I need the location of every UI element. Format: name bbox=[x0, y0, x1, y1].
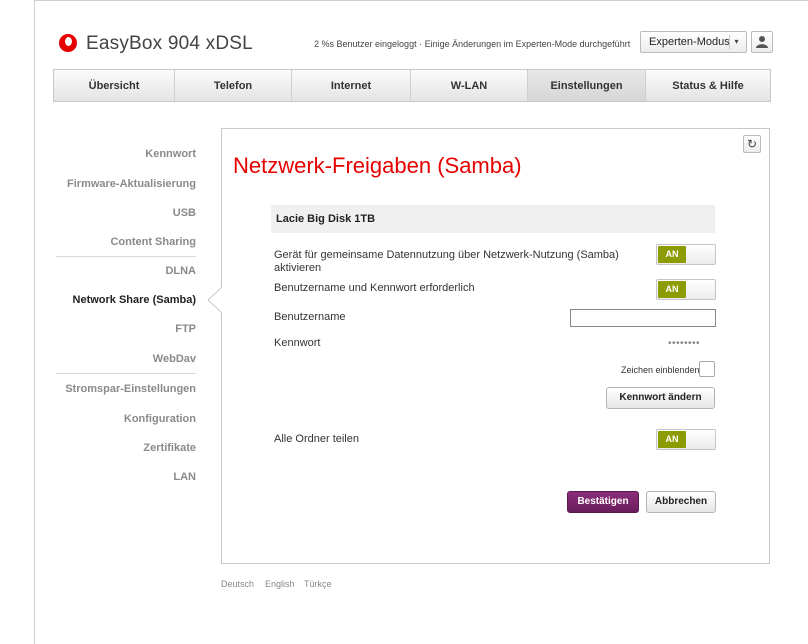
confirm-button[interactable]: Bestätigen bbox=[567, 491, 639, 513]
chevron-down-icon: ▾ bbox=[729, 35, 743, 49]
password-label: Kennwort bbox=[274, 337, 321, 349]
sidebar-item-dlna[interactable]: DLNA bbox=[165, 265, 196, 277]
section-header: Lacie Big Disk 1TB bbox=[271, 205, 715, 233]
enable-samba-label: Gerät für gemeinsame Datennutzung über N… bbox=[274, 249, 619, 274]
user-button[interactable] bbox=[751, 31, 773, 53]
tab-einstellungen[interactable]: Einstellungen bbox=[528, 70, 646, 101]
sidebar-item-konfiguration[interactable]: Konfiguration bbox=[124, 413, 196, 425]
lang-link-english[interactable]: English bbox=[265, 579, 295, 589]
tab-wlan[interactable]: W-LAN bbox=[411, 70, 528, 101]
panel-pointer bbox=[208, 287, 222, 313]
login-status-text: 2 %s Benutzer eingeloggt · Einige Änderu… bbox=[314, 39, 631, 49]
username-label: Benutzername bbox=[274, 311, 346, 323]
sidebar-item-webdav[interactable]: WebDav bbox=[153, 353, 196, 365]
tab-telefon[interactable]: Telefon bbox=[175, 70, 292, 101]
cancel-button[interactable]: Abbrechen bbox=[646, 491, 716, 513]
mode-select[interactable]: Experten-Modus ▾ bbox=[640, 31, 747, 53]
share-all-toggle[interactable]: AN bbox=[656, 429, 716, 450]
show-chars-checkbox[interactable] bbox=[699, 361, 715, 377]
share-all-label: Alle Ordner teilen bbox=[274, 433, 359, 445]
refresh-icon: ↻ bbox=[746, 137, 758, 151]
sidebar-item-firmware[interactable]: Firmware-Aktualisierung bbox=[67, 178, 196, 190]
tab-status-hilfe[interactable]: Status & Hilfe bbox=[646, 70, 770, 101]
main-nav: Übersicht Telefon Internet W-LAN Einstel… bbox=[53, 69, 771, 102]
sidebar-divider bbox=[56, 373, 196, 374]
sidebar-item-kennwort[interactable]: Kennwort bbox=[145, 148, 196, 160]
lang-link-deutsch[interactable]: Deutsch bbox=[221, 579, 254, 589]
tab-internet[interactable]: Internet bbox=[292, 70, 411, 101]
toggle-on-indicator: AN bbox=[658, 246, 686, 263]
sidebar-item-usb[interactable]: USB bbox=[173, 207, 196, 219]
auth-required-toggle[interactable]: AN bbox=[656, 279, 716, 300]
app-title: EasyBox 904 xDSL bbox=[86, 33, 253, 54]
sidebar-item-zertifikate[interactable]: Zertifikate bbox=[143, 442, 196, 454]
enable-samba-toggle[interactable]: AN bbox=[656, 244, 716, 265]
page-title: Netzwerk-Freigaben (Samba) bbox=[233, 153, 522, 178]
refresh-button[interactable]: ↻ bbox=[743, 135, 761, 153]
tab-uebersicht[interactable]: Übersicht bbox=[54, 70, 175, 101]
toggle-on-indicator: AN bbox=[658, 431, 686, 448]
mode-select-value: Experten-Modus bbox=[649, 36, 730, 48]
vodafone-logo-icon bbox=[59, 34, 77, 52]
sidebar-item-stromspar[interactable]: Stromspar-Einstellungen bbox=[65, 383, 196, 395]
change-password-button[interactable]: Kennwort ändern bbox=[606, 387, 715, 409]
lang-link-tuerkce[interactable]: Türkçe bbox=[304, 579, 332, 589]
sidebar-item-content-sharing[interactable]: Content Sharing bbox=[110, 236, 196, 248]
sidebar-item-network-share[interactable]: Network Share (Samba) bbox=[73, 294, 196, 306]
auth-required-label: Benutzername und Kennwort erforderlich bbox=[274, 282, 475, 294]
sidebar-item-lan[interactable]: LAN bbox=[173, 471, 196, 483]
sidebar-divider bbox=[56, 256, 196, 257]
password-value: •••••••• bbox=[668, 338, 701, 349]
user-icon bbox=[756, 36, 768, 48]
sidebar-item-ftp[interactable]: FTP bbox=[175, 323, 196, 335]
show-chars-label: Zeichen einblenden bbox=[621, 365, 700, 375]
toggle-on-indicator: AN bbox=[658, 281, 686, 298]
username-input[interactable] bbox=[570, 309, 716, 327]
